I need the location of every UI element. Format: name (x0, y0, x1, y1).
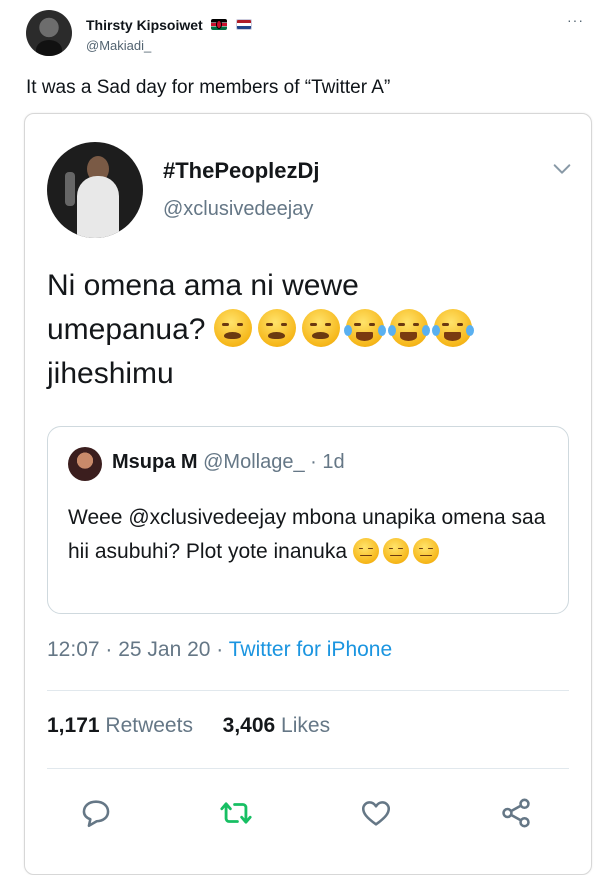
weary-face-emoji-icon (257, 309, 296, 347)
tears-of-joy-emoji-icon (343, 309, 387, 347)
share-icon (502, 798, 530, 828)
like-heart-icon (361, 801, 391, 826)
quoted-tweet: Msupa M @Mollage_ · 1d Weee @xclusivedee… (47, 426, 569, 614)
netherlands-flag-icon (235, 19, 252, 31)
reply-icon (82, 800, 110, 828)
author-name-block: Thirsty Kipsoiwet @Makiadi_ (86, 16, 252, 53)
retweets-label: Retweets (105, 714, 193, 737)
likes-label: Likes (281, 714, 331, 737)
quoted-display-name: Msupa M (112, 451, 198, 473)
retweets-count: 1,171 (47, 714, 100, 737)
tears-of-joy-emoji-icon (387, 309, 431, 347)
author-avatar[interactable] (26, 10, 72, 56)
embedded-source: Twitter for iPhone (228, 638, 393, 661)
embedded-text-line-2: umepanua? (47, 308, 567, 352)
embedded-display-name: #ThePeoplezDj (163, 158, 320, 183)
quoted-tweet-text: Weee @xclusivedeejay mbona unapika omena… (68, 501, 558, 569)
likes-count: 3,406 (222, 714, 276, 737)
divider (47, 768, 569, 769)
author-display-name[interactable]: Thirsty Kipsoiwet (86, 17, 203, 33)
weary-face-emoji-icon (301, 309, 340, 347)
quoted-handle-time: @Mollage_ · 1d (203, 451, 345, 473)
weary-face-emoji-icon (213, 309, 252, 347)
microphone-shape (65, 172, 75, 206)
tears-of-joy-emoji-icon (431, 309, 475, 347)
expressionless-face-emoji-icon (412, 538, 439, 564)
tweet-text: It was a Sad day for members of “Twitter… (26, 77, 391, 98)
chevron-down-icon (553, 164, 571, 174)
embedded-tweet-screenshot: #ThePeoplezDj @xclusivedeejay Ni omena a… (24, 113, 592, 875)
quoted-tweet-words: Weee @xclusivedeejay mbona unapika omena… (68, 506, 546, 563)
embedded-timestamp: 12:07 · 25 Jan 20 · (47, 638, 229, 661)
divider (47, 690, 569, 691)
embedded-author-avatar (47, 142, 143, 238)
retweet-icon (220, 802, 252, 824)
embedded-handle: @xclusivedeejay (163, 198, 314, 220)
embedded-tweet-text: Ni omena ama ni wewe umepanua? jiheshimu (47, 264, 567, 396)
person-body-shape (77, 176, 119, 238)
expressionless-face-emoji-icon (352, 538, 379, 564)
embedded-timestamp-line: 12:07 · 25 Jan 20 · Twitter for iPhone (47, 638, 392, 662)
quoted-author-avatar (68, 447, 102, 481)
author-handle[interactable]: @Makiadi_ (86, 38, 252, 53)
engagement-stats: 1,171 Retweets 3,406 Likes (47, 714, 330, 738)
embedded-action-bar (25, 796, 591, 832)
quoted-tweet-header: Msupa M @Mollage_ · 1d (112, 451, 345, 474)
expressionless-face-emoji-icon (382, 538, 409, 564)
kenya-flag-icon (211, 19, 228, 31)
embedded-text-line-2-words: umepanua? (47, 313, 206, 346)
embedded-text-line-1: Ni omena ama ni wewe (47, 269, 359, 302)
embedded-text-line-3: jiheshimu (47, 357, 174, 390)
more-options-icon[interactable]: ··· (567, 12, 584, 28)
tweet-header: Thirsty Kipsoiwet @Makiadi_ ··· (26, 10, 588, 60)
